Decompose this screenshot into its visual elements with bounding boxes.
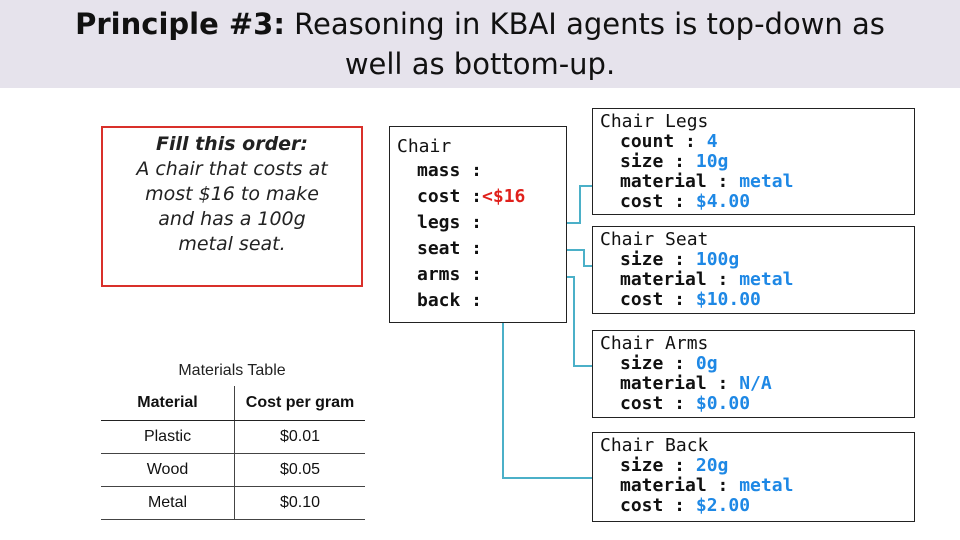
link-back <box>502 303 592 479</box>
table-header-row: Material Cost per gram <box>101 386 365 421</box>
material-cell: Wood <box>101 453 235 487</box>
cost-cell: $0.10 <box>234 486 365 520</box>
table-row: Metal $0.10 <box>101 486 365 520</box>
column-header: Material <box>101 386 235 421</box>
frame-name: Chair Arms <box>600 333 709 354</box>
frame-name: Chair Legs <box>600 111 709 132</box>
slot-material: material : metal <box>593 172 914 192</box>
order-line: and has a 100g <box>158 208 306 230</box>
table-row: Wood $0.05 <box>101 453 365 487</box>
order-heading: Fill this order: <box>155 133 309 155</box>
slot-value: 4 <box>706 131 718 152</box>
slot-label: cost : <box>620 191 696 212</box>
slot-material: material : metal <box>593 476 914 496</box>
title-line2: well as bottom-up. <box>344 47 616 81</box>
order-box: Fill this order: A chair that costs at m… <box>101 126 363 287</box>
cost-cell: $0.01 <box>234 420 365 454</box>
slot-value: metal <box>739 171 794 192</box>
slot-value: metal <box>739 269 794 290</box>
slot-size: size : 100g <box>593 250 914 270</box>
slot-label: size : <box>620 151 696 172</box>
slot-value: $0.00 <box>695 393 751 414</box>
slot-cost: cost : $2.00 <box>593 496 914 516</box>
slot-value: 20g <box>695 455 729 476</box>
slot-legs: legs : <box>417 212 483 233</box>
slot-mass: mass : <box>417 160 483 181</box>
slide-title: Principle #3: Reasoning in KBAI agents i… <box>0 4 960 84</box>
slot-value: $2.00 <box>695 495 751 516</box>
slot-label: size : <box>620 455 696 476</box>
order-line: metal seat. <box>178 233 286 255</box>
slot-count: count : 4 <box>593 132 914 152</box>
slot-value: metal <box>739 475 794 496</box>
material-cell: Metal <box>101 486 235 520</box>
title-rest: Reasoning in KBAI agents is top-down as <box>294 7 885 41</box>
slot-label: cost : <box>620 289 696 310</box>
slot-value: 100g <box>695 249 740 270</box>
chair-legs-frame: Chair Legs count : 4 size : 10g material… <box>592 108 915 215</box>
slot-label: cost : <box>620 495 696 516</box>
slot-size: size : 0g <box>593 354 914 374</box>
slot-cost-label: cost : <box>417 186 483 207</box>
cost-cell: $0.05 <box>234 453 365 487</box>
slot-value: $4.00 <box>695 191 751 212</box>
slot-label: count : <box>620 131 707 152</box>
slot-seat: seat : <box>417 238 483 259</box>
order-line: A chair that costs at <box>136 158 328 180</box>
frame-name: Chair Seat <box>600 229 709 250</box>
slot-cost: cost :<$16 <box>390 184 566 210</box>
slot-value: N/A <box>739 373 772 394</box>
slot-label: material : <box>620 373 740 394</box>
materials-table: Material Cost per gram Plastic $0.01 Woo… <box>101 386 365 520</box>
slot-label: material : <box>620 269 740 290</box>
slot-size: size : 20g <box>593 456 914 476</box>
slot-material: material : metal <box>593 270 914 290</box>
material-cell: Plastic <box>101 420 235 454</box>
slot-value: 0g <box>695 353 718 374</box>
slot-cost: cost : $4.00 <box>593 192 914 212</box>
slot-value: 10g <box>695 151 729 172</box>
chair-arms-frame: Chair Arms size : 0g material : N/A cost… <box>592 330 915 418</box>
frame-name: Chair <box>397 136 452 157</box>
slot-arms: arms : <box>417 264 483 285</box>
slot-back: back : <box>417 290 483 311</box>
slot-label: cost : <box>620 393 696 414</box>
column-header: Cost per gram <box>234 386 365 421</box>
table-row: Plastic $0.01 <box>101 420 365 454</box>
slot-label: material : <box>620 475 740 496</box>
slot-cost: cost : $0.00 <box>593 394 914 414</box>
slot-size: size : 10g <box>593 152 914 172</box>
slot-material: material : N/A <box>593 374 914 394</box>
slot-label: size : <box>620 249 696 270</box>
order-line: most $16 to make <box>145 183 319 205</box>
title-bold: Principle #3: <box>75 7 285 41</box>
slot-value: $10.00 <box>695 289 761 310</box>
chair-back-frame: Chair Back size : 20g material : metal c… <box>592 432 915 522</box>
chair-seat-frame: Chair Seat size : 100g material : metal … <box>592 226 915 314</box>
slot-label: material : <box>620 171 740 192</box>
cost-constraint: <$16 <box>482 186 526 207</box>
slot-label: size : <box>620 353 696 374</box>
chair-frame: Chair mass : cost :<$16 legs : seat : ar… <box>389 126 567 323</box>
materials-table-title: Materials Table <box>178 362 286 379</box>
frame-name: Chair Back <box>600 435 709 456</box>
slot-cost: cost : $10.00 <box>593 290 914 310</box>
